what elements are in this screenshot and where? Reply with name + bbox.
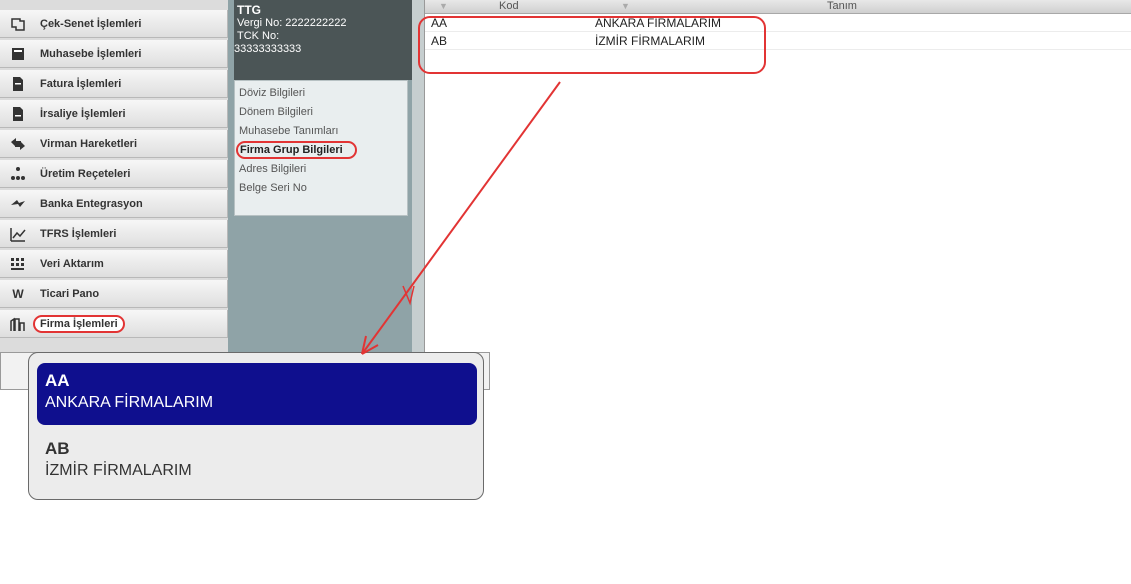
item-code: AB — [45, 439, 70, 458]
recipe-tree-icon — [10, 166, 26, 182]
sidebar-item-ticari-pano[interactable]: W Ticari Pano — [0, 280, 228, 308]
menu-item-firma-grup-label: Firma Grup Bilgileri — [236, 141, 357, 159]
menu-item-firma-grup[interactable]: Firma Grup Bilgileri — [235, 141, 407, 160]
grid-header: ▼ Kod ▼ Tanım — [425, 0, 1131, 14]
sidebar-item-irsaliye[interactable]: İrsaliye İşlemleri — [0, 100, 228, 128]
highlight-oval — [418, 16, 766, 74]
sort-arrow-icon[interactable]: ▼ — [621, 0, 630, 12]
sidebar-item-label: Fatura İşlemleri — [40, 77, 122, 90]
company-header: TTG Vergi No: 2222222222 TCK No: 3333333… — [234, 0, 412, 80]
menu-item-donem[interactable]: Dönem Bilgileri — [235, 103, 407, 122]
sidebar-item-label: Ticari Pano — [40, 287, 100, 300]
buildings-icon — [10, 316, 26, 332]
waybill-icon — [10, 106, 26, 122]
sidebar-item-label: Üretim Reçeteleri — [40, 167, 131, 180]
w-logo-icon: W — [12, 286, 24, 301]
sidebar: Çek-Senet İşlemleri Muhasebe İşlemleri F… — [0, 0, 228, 352]
item-name: İZMİR FİRMALARIM — [45, 462, 192, 479]
sidebar-item-banka[interactable]: Banka Entegrasyon — [0, 190, 228, 218]
data-transfer-icon — [10, 256, 26, 272]
sidebar-item-muhasebe[interactable]: Muhasebe İşlemleri — [0, 40, 228, 68]
sidebar-item-fatura[interactable]: Fatura İşlemleri — [0, 70, 228, 98]
sidebar-item-label: Çek-Senet İşlemleri — [40, 17, 142, 30]
company-tck-label: TCK No: — [237, 30, 280, 42]
column-header-kod[interactable]: Kod — [499, 0, 519, 12]
chart-icon — [10, 226, 26, 242]
item-code: AA — [45, 371, 70, 390]
sidebar-item-uretim[interactable]: Üretim Reçeteleri — [0, 160, 228, 188]
document-stack-icon — [10, 16, 26, 32]
sidebar-item-label: TFRS İşlemleri — [40, 227, 117, 240]
transfer-arrows-icon — [10, 136, 26, 152]
sidebar-item-label: Virman Hareketleri — [40, 137, 138, 150]
column-header-tanim[interactable]: Tanım — [827, 0, 857, 12]
company-name: TTG — [237, 3, 261, 17]
menu-item-doviz[interactable]: Döviz Bilgileri — [235, 84, 407, 103]
company-tck-value: 33333333333 — [234, 43, 302, 55]
company-panel: TTG Vergi No: 2222222222 TCK No: 3333333… — [228, 0, 412, 352]
calculator-icon — [10, 46, 26, 62]
sort-arrow-icon[interactable]: ▼ — [439, 0, 448, 12]
sidebar-item-label: Banka Entegrasyon — [40, 197, 143, 210]
list-item-selected[interactable]: AA ANKARA FİRMALARIM — [37, 363, 477, 425]
sidebar-item-firma-islemleri[interactable]: Firma İşlemleri — [0, 310, 228, 338]
menu-item-belge-seri[interactable]: Belge Seri No — [235, 179, 407, 198]
sidebar-item-virman[interactable]: Virman Hareketleri — [0, 130, 228, 158]
menu-item-adres[interactable]: Adres Bilgileri — [235, 160, 407, 179]
sidebar-item-label: Veri Aktarım — [40, 257, 104, 270]
list-item[interactable]: AB İZMİR FİRMALARIM — [37, 431, 477, 493]
company-tax-number: Vergi No: 2222222222 — [237, 17, 347, 29]
sidebar-item-label: Muhasebe İşlemleri — [40, 47, 142, 60]
company-menu: Döviz Bilgileri Dönem Bilgileri Muhasebe… — [234, 80, 408, 216]
bank-exchange-icon — [10, 196, 26, 212]
menu-item-muhasebe-tanimlari[interactable]: Muhasebe Tanımları — [235, 122, 407, 141]
sidebar-item-label: Firma İşlemleri — [33, 314, 125, 333]
invoice-icon — [10, 76, 26, 92]
sidebar-item-label: İrsaliye İşlemleri — [40, 107, 126, 120]
sidebar-item-veri-aktarim[interactable]: Veri Aktarım — [0, 250, 228, 278]
group-dropdown-list: AA ANKARA FİRMALARIM AB İZMİR FİRMALARIM — [28, 352, 484, 500]
sidebar-item-cek-senet[interactable]: Çek-Senet İşlemleri — [0, 10, 228, 38]
item-name: ANKARA FİRMALARIM — [45, 394, 214, 411]
sidebar-item-tfrs[interactable]: TFRS İşlemleri — [0, 220, 228, 248]
